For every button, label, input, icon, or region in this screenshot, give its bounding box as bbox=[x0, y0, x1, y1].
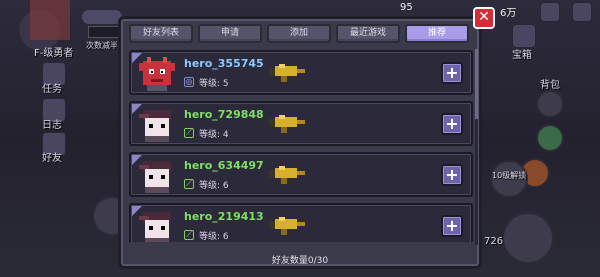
pistol-icon bbox=[269, 115, 305, 133]
scroll-thumb[interactable] bbox=[475, 49, 478, 119]
tab-bar: 好友列表 申请 添加 最近游戏 推荐 bbox=[129, 24, 469, 43]
friend-count: 好友数量0/30 bbox=[271, 256, 329, 266]
friends-label: 好友 bbox=[42, 153, 62, 164]
level-icon: ⟋ bbox=[184, 128, 194, 138]
add-friend-button[interactable]: + bbox=[441, 215, 463, 237]
gems-count: 6万 bbox=[500, 8, 517, 19]
close-button[interactable]: ✕ bbox=[473, 7, 495, 29]
quest-label: 任务 bbox=[42, 84, 62, 95]
settings-icon[interactable] bbox=[540, 2, 560, 22]
player-name: hero_355745 bbox=[184, 57, 264, 70]
tab-requests[interactable]: 申请 bbox=[198, 24, 262, 43]
pistol-icon bbox=[269, 64, 305, 82]
level-icon: ◎ bbox=[184, 77, 194, 87]
player-name: hero_634497 bbox=[184, 159, 264, 172]
player-level: 等级: 6 bbox=[199, 181, 229, 191]
scrollbar[interactable] bbox=[475, 49, 478, 245]
friends-dialog: 好友列表 申请 添加 最近游戏 推荐 hero_355745 ◎ 等级: 5 +… bbox=[118, 16, 482, 269]
list-item[interactable]: hero_729848 ⟋ 等级: 4 + bbox=[129, 101, 473, 146]
hint-text: 次数减半 bbox=[86, 41, 118, 50]
coin-count: 95 bbox=[400, 2, 413, 13]
mana-bar bbox=[82, 10, 122, 24]
list-item[interactable]: hero_219413 ⟋ 等级: 6 + bbox=[129, 203, 473, 242]
chest-icon[interactable] bbox=[512, 24, 536, 48]
backpack-label: 背包 bbox=[540, 80, 560, 91]
side-number: 726 bbox=[484, 236, 504, 247]
assassin-avatar-icon bbox=[139, 110, 171, 142]
level-icon: ⟋ bbox=[184, 230, 194, 240]
player-name: hero_729848 bbox=[184, 108, 264, 121]
tab-recommended[interactable]: 推荐 bbox=[405, 24, 469, 43]
potion-button[interactable] bbox=[536, 124, 564, 152]
chest-label: 宝箱 bbox=[512, 50, 532, 61]
pistol-icon bbox=[269, 217, 305, 235]
player-portrait[interactable] bbox=[30, 0, 70, 40]
tab-recent-games[interactable]: 最近游戏 bbox=[336, 24, 400, 43]
player-level: 等级: 4 bbox=[199, 130, 229, 140]
red-knight-avatar-icon bbox=[139, 57, 175, 91]
list-item[interactable]: hero_355745 ◎ 等级: 5 + bbox=[129, 50, 473, 95]
assassin-avatar-icon bbox=[139, 212, 171, 242]
hp-bar bbox=[88, 26, 120, 38]
assassin-avatar-icon bbox=[139, 161, 171, 193]
add-friend-button[interactable]: + bbox=[441, 62, 463, 84]
list-item[interactable]: hero_634497 ⟋ 等级: 6 + bbox=[129, 152, 473, 197]
player-level: 等级: 6 bbox=[199, 232, 229, 242]
attack-button[interactable] bbox=[502, 212, 554, 264]
level-icon: ⟋ bbox=[184, 179, 194, 189]
unlock-label: 10级解锁 bbox=[492, 171, 527, 180]
tab-add[interactable]: 添加 bbox=[267, 24, 331, 43]
tab-friend-list[interactable]: 好友列表 bbox=[129, 24, 193, 43]
player-name: hero_219413 bbox=[184, 210, 264, 223]
player-level: 等级: 5 bbox=[199, 79, 229, 89]
menu-icon[interactable] bbox=[572, 2, 592, 22]
add-friend-button[interactable]: + bbox=[441, 164, 463, 186]
recommend-list: hero_355745 ◎ 等级: 5 + hero_729848 ⟋ 等级: … bbox=[129, 50, 473, 242]
pistol-icon bbox=[269, 166, 305, 184]
player-rank-label: F-级勇者 bbox=[34, 48, 74, 59]
journal-label: 日志 bbox=[42, 120, 62, 131]
add-skill-button[interactable] bbox=[536, 90, 564, 118]
add-friend-button[interactable]: + bbox=[441, 113, 463, 135]
